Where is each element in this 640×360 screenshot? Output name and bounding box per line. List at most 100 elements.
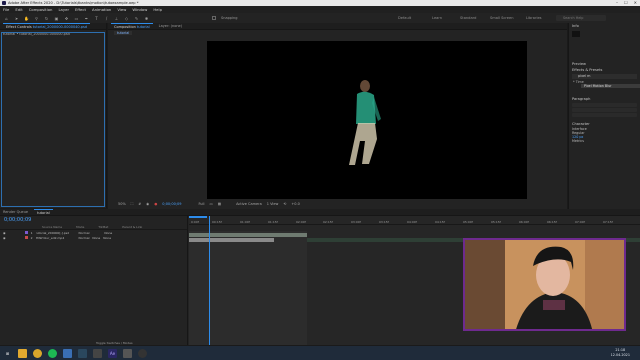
grid-icon[interactable]: #: [138, 202, 141, 206]
workspace-default[interactable]: Default: [398, 13, 411, 23]
tab-timeline-comp[interactable]: tutorial: [34, 208, 53, 216]
menu-view[interactable]: View: [117, 7, 126, 12]
clone-tool-icon[interactable]: ⊥: [114, 16, 119, 21]
obs-icon[interactable]: [138, 348, 147, 358]
system-clock[interactable]: 21:18 12.04.2021: [611, 348, 630, 357]
time-ruler[interactable]: 0:00f 00:15f 01:00f 01:15f 02:00f 02:15f…: [189, 216, 640, 225]
color-channel-icon[interactable]: ●: [154, 202, 157, 206]
info-panel-title[interactable]: Info: [569, 23, 640, 29]
home-icon[interactable]: ⌂: [4, 16, 9, 21]
timeline-timecode[interactable]: 0;00;00;09: [0, 216, 187, 225]
layer-bar-1[interactable]: [189, 233, 307, 237]
camera-dropdown[interactable]: Active Camera: [236, 202, 262, 206]
work-area-bar[interactable]: [189, 216, 207, 218]
transparency-grid-icon[interactable]: ▦: [218, 202, 221, 206]
menu-bar: File Edit Composition Layer Effect Anima…: [0, 6, 640, 13]
app-icon[interactable]: [63, 348, 72, 358]
timecode-small[interactable]: 0;00;00;09: [162, 202, 181, 206]
paragraph-spacing-fields[interactable]: [572, 113, 637, 117]
eraser-tool-icon[interactable]: ◇: [124, 16, 129, 21]
pan-behind-tool-icon[interactable]: ✥: [64, 16, 69, 21]
menu-window[interactable]: Window: [132, 7, 147, 12]
menu-effect[interactable]: Effect: [75, 7, 86, 12]
composition-canvas[interactable]: [207, 41, 527, 199]
tab-layer[interactable]: Layer: (none): [159, 24, 182, 28]
tracking-field[interactable]: Metrics: [569, 139, 640, 143]
table-row[interactable]: ◉ 2 PNW blur_ed2.mp4 Normal None None: [0, 235, 187, 240]
paragraph-align-buttons[interactable]: [572, 103, 637, 107]
playhead[interactable]: [209, 216, 210, 345]
camera-tool-icon[interactable]: ▣: [54, 16, 59, 21]
file-explorer-icon[interactable]: [18, 348, 27, 358]
puppet-tool-icon[interactable]: ✱: [144, 16, 149, 21]
resolution-dropdown[interactable]: Full: [198, 202, 204, 206]
search-help-input[interactable]: Search Help: [556, 15, 606, 21]
comp-sub-tab[interactable]: tutorial: [114, 31, 133, 35]
layer-label-color[interactable]: [24, 231, 28, 234]
tab-render-queue[interactable]: Render Queue: [3, 210, 28, 214]
toggle-switches-modes[interactable]: Toggle Switches / Modes: [96, 341, 133, 345]
column-parent[interactable]: Parent & Link: [122, 225, 142, 229]
pen-tool-icon[interactable]: ✒: [84, 16, 89, 21]
chrome-icon[interactable]: [33, 348, 42, 358]
fit-icon[interactable]: ⛶: [131, 202, 133, 206]
layer-name[interactable]: PNW blur_ed2.mp4: [36, 236, 76, 240]
tab-effect-controls[interactable]: Effect Controls tutorial_2000000-0000040…: [3, 22, 90, 30]
layer-parent[interactable]: None: [103, 236, 111, 240]
column-trkmat[interactable]: TrkMat: [98, 225, 108, 229]
workspace-small-screen[interactable]: Small Screen: [490, 13, 513, 23]
menu-layer[interactable]: Layer: [58, 7, 69, 12]
start-icon[interactable]: ⊞: [3, 349, 12, 358]
app2-icon[interactable]: [93, 348, 102, 358]
workspace-libraries[interactable]: Libraries: [526, 13, 542, 23]
visibility-eye-icon[interactable]: ◉: [3, 236, 6, 240]
menu-file[interactable]: File: [3, 7, 9, 12]
visibility-eye-icon[interactable]: ◉: [3, 231, 6, 235]
menu-composition[interactable]: Composition: [29, 7, 53, 12]
close-button[interactable]: ✕: [634, 0, 637, 5]
rectangle-tool-icon[interactable]: ▭: [74, 16, 79, 21]
snapping-checkbox[interactable]: [212, 16, 216, 20]
reset-exposure-icon[interactable]: ⟲: [283, 202, 286, 206]
layer-parent[interactable]: None: [104, 231, 112, 235]
views-dropdown[interactable]: 1 View: [267, 202, 279, 206]
roto-tool-icon[interactable]: ✎: [134, 16, 139, 21]
hand-tool-icon[interactable]: ✋: [24, 16, 29, 21]
layer-name[interactable]: tutorial_200000[-].psd: [36, 231, 76, 235]
paragraph-panel-title[interactable]: Paragraph: [569, 96, 640, 102]
spotify-icon[interactable]: [48, 348, 57, 358]
column-source-name[interactable]: Source Name: [42, 225, 62, 229]
timeline-layer-list: 0;00;00;09 Source Name Mode TrkMat Paren…: [0, 216, 188, 345]
zoom-dropdown[interactable]: 50%: [118, 202, 126, 206]
maximize-button[interactable]: ☐: [624, 0, 628, 5]
region-of-interest-icon[interactable]: ▭: [209, 202, 212, 206]
steam-icon[interactable]: [78, 348, 87, 358]
rotate-tool-icon[interactable]: ↻: [44, 16, 49, 21]
column-mode[interactable]: Mode: [76, 225, 84, 229]
effects-search-input[interactable]: pixel m: [572, 74, 637, 79]
menu-animation[interactable]: Animation: [92, 7, 111, 12]
camera-snapshot-icon[interactable]: ◉: [146, 202, 149, 206]
ruler-tick: 0:00f: [191, 220, 199, 224]
effects-presets-title[interactable]: Effects & Presets: [569, 67, 640, 73]
type-tool-icon[interactable]: T: [94, 16, 99, 21]
after-effects-taskbar-icon[interactable]: Ae: [108, 348, 117, 358]
selection-tool-icon[interactable]: ➤: [14, 16, 19, 21]
layer-trkmat[interactable]: None: [92, 236, 100, 240]
exposure-value[interactable]: +0.0: [291, 202, 300, 206]
paragraph-indent-fields[interactable]: [572, 108, 637, 112]
workspace-learn[interactable]: Learn: [432, 13, 442, 23]
layer-bar-2[interactable]: [189, 238, 274, 242]
brush-tool-icon[interactable]: /: [104, 16, 109, 21]
layer-mode[interactable]: Normal: [79, 231, 90, 235]
menu-help[interactable]: Help: [153, 7, 162, 12]
app3-icon[interactable]: [123, 348, 132, 358]
workspace-standard[interactable]: Standard: [460, 13, 476, 23]
minimize-button[interactable]: –: [616, 0, 618, 5]
menu-edit[interactable]: Edit: [15, 7, 22, 12]
layer-mode[interactable]: Normal: [79, 236, 90, 240]
tab-composition[interactable]: Composition tutorial: [111, 22, 153, 30]
zoom-tool-icon[interactable]: ⚲: [34, 16, 39, 21]
layer-label-color[interactable]: [24, 236, 28, 239]
window-title: Adobe After Effects 2020 - D:\Tutorials\…: [8, 1, 139, 5]
